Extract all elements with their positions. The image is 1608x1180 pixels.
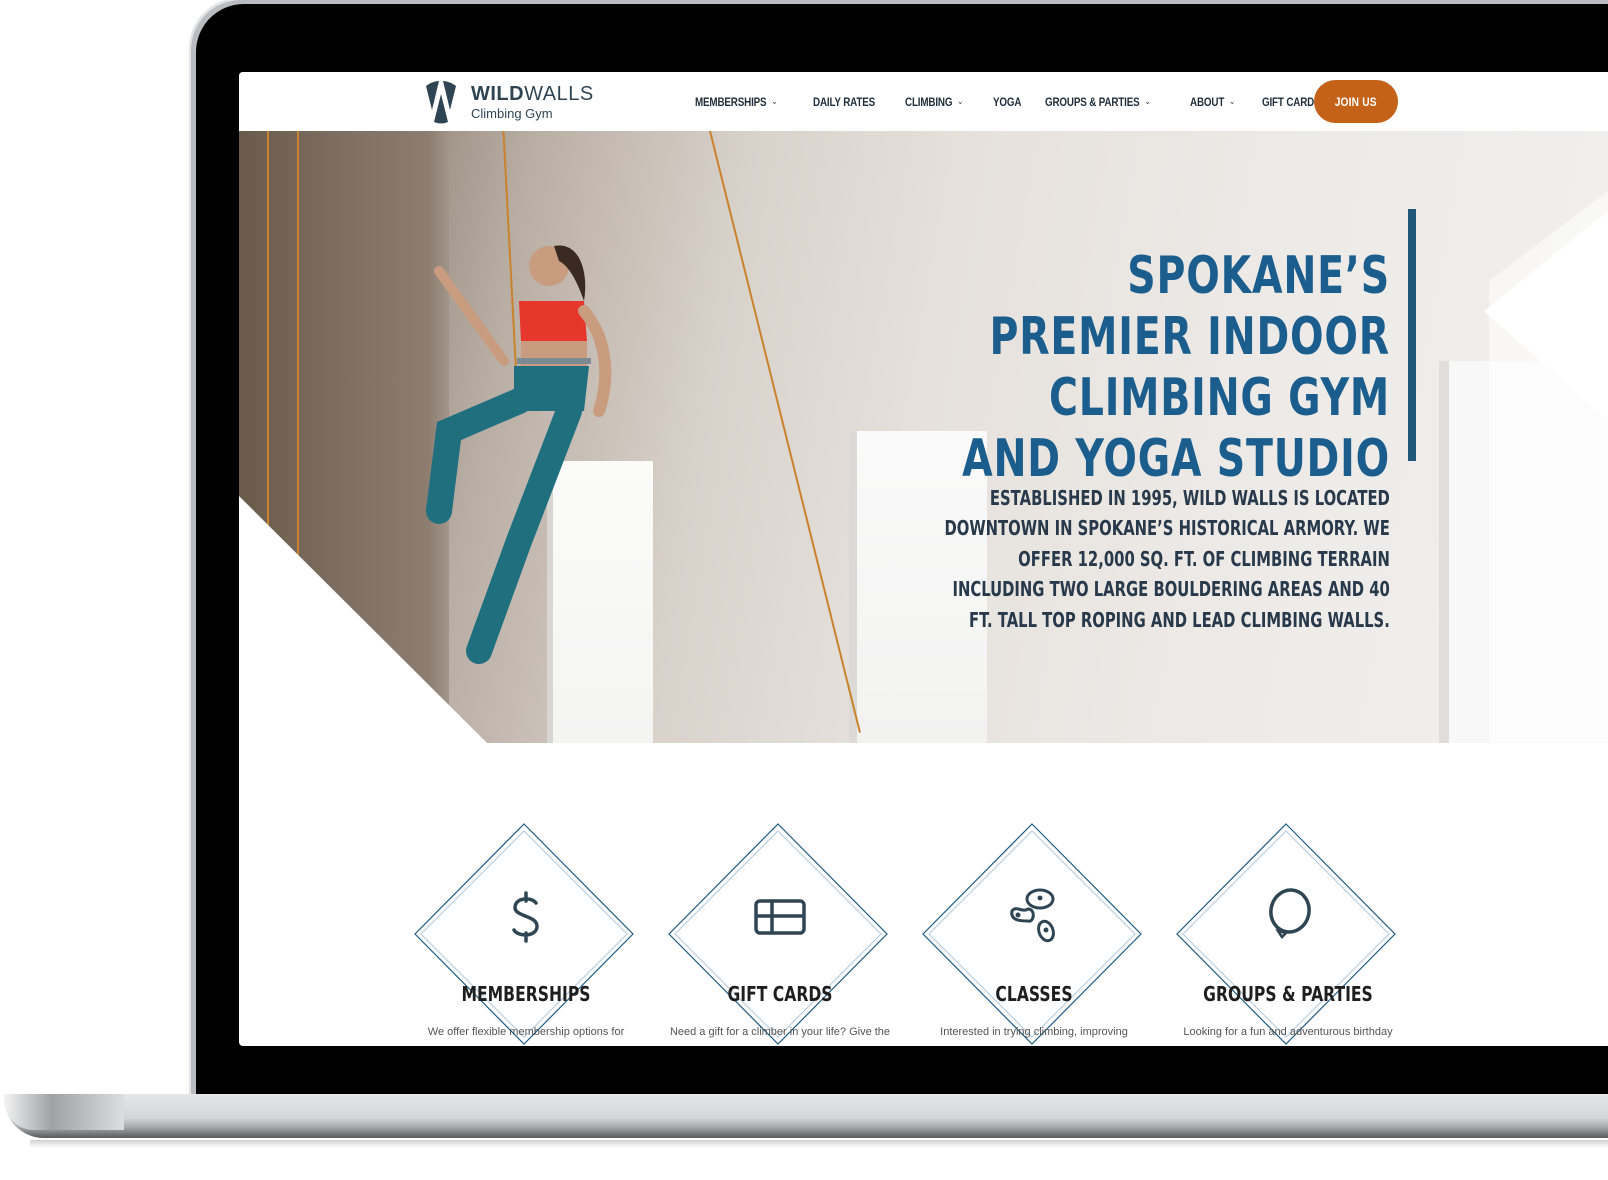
laptop-base-highlight xyxy=(4,1094,124,1130)
logo-subtitle: Climbing Gym xyxy=(471,106,553,121)
card-title: GROUPS & PARTIES xyxy=(1203,982,1373,1006)
gift-card-icon xyxy=(754,899,806,935)
nav-about[interactable]: ABOUT ⌄ xyxy=(1190,95,1235,109)
card-description: We offer flexible membership options for xyxy=(427,1026,625,1038)
nav-groups-parties[interactable]: GROUPS & PARTIES ⌄ xyxy=(1045,95,1151,109)
main-nav: MEMBERSHIPS ⌄ DAILY RATES CLIMBING ⌄ YOGA … xyxy=(695,72,1414,131)
card-gift-cards[interactable]: GIFT CARDS Need a gift for a climber in … xyxy=(665,822,895,1046)
hero-section: SPOKANE’S PREMIER INDOOR CLIMBING GYM AN… xyxy=(239,131,1608,743)
card-title: MEMBERSHIPS xyxy=(461,982,591,1006)
dollar-icon xyxy=(512,891,539,943)
logo-name: WILDWALLS xyxy=(471,83,594,105)
nav-yoga[interactable]: YOGA xyxy=(993,95,1021,109)
site-logo[interactable]: WILDWALLS Climbing Gym xyxy=(423,80,594,124)
card-memberships[interactable]: MEMBERSHIPS We offer flexible membership… xyxy=(411,822,641,1046)
card-groups-parties[interactable]: GROUPS & PARTIES Looking for a fun and a… xyxy=(1173,822,1403,1046)
logo-mark-icon xyxy=(426,81,456,124)
chevron-down-icon: ⌄ xyxy=(771,96,778,106)
climbing-holds-icon xyxy=(1010,888,1055,943)
laptop-base xyxy=(4,1094,1608,1138)
chevron-down-icon: ⌄ xyxy=(1229,96,1236,106)
nav-memberships[interactable]: MEMBERSHIPS ⌄ xyxy=(695,95,778,109)
card-description: Interested in trying climbing, improving xyxy=(940,1026,1128,1038)
chevron-down-icon: ⌄ xyxy=(1144,96,1151,106)
chevron-down-icon: ⌄ xyxy=(957,96,964,106)
card-description: Looking for a fun and adventurous birthd… xyxy=(1183,1026,1393,1038)
hero-description: ESTABLISHED IN 1995, WILD WALLS IS LOCAT… xyxy=(944,486,1390,632)
card-title: GIFT CARDS xyxy=(727,982,833,1006)
hero-title: SPOKANE’S PREMIER INDOOR CLIMBING GYM AN… xyxy=(962,245,1390,489)
browser-viewport: WILDWALLS Climbing Gym MEMBERSHIPS ⌄ DAIL… xyxy=(239,72,1608,1046)
laptop-shadow xyxy=(30,1140,1608,1148)
balloon-icon xyxy=(1269,888,1311,939)
feature-cards: MEMBERSHIPS We offer flexible membership… xyxy=(409,822,1409,1046)
card-title: CLASSES xyxy=(995,982,1073,1006)
nav-gift-cards[interactable]: GIFT CARDS xyxy=(1262,95,1321,109)
card-classes[interactable]: CLASSES Interested in trying climbing, i… xyxy=(919,822,1149,1046)
nav-daily-rates[interactable]: DAILY RATES xyxy=(813,95,875,109)
hero-accent-bar xyxy=(1408,209,1416,461)
card-description: Need a gift for a climber in your life? … xyxy=(669,1026,891,1038)
site-header: WILDWALLS Climbing Gym MEMBERSHIPS ⌄ DAIL… xyxy=(239,72,1608,131)
join-us-button[interactable]: JOIN US xyxy=(1314,80,1398,123)
nav-climbing[interactable]: CLIMBING ⌄ xyxy=(905,95,963,109)
hero-diagonal-overlay xyxy=(239,191,1608,743)
